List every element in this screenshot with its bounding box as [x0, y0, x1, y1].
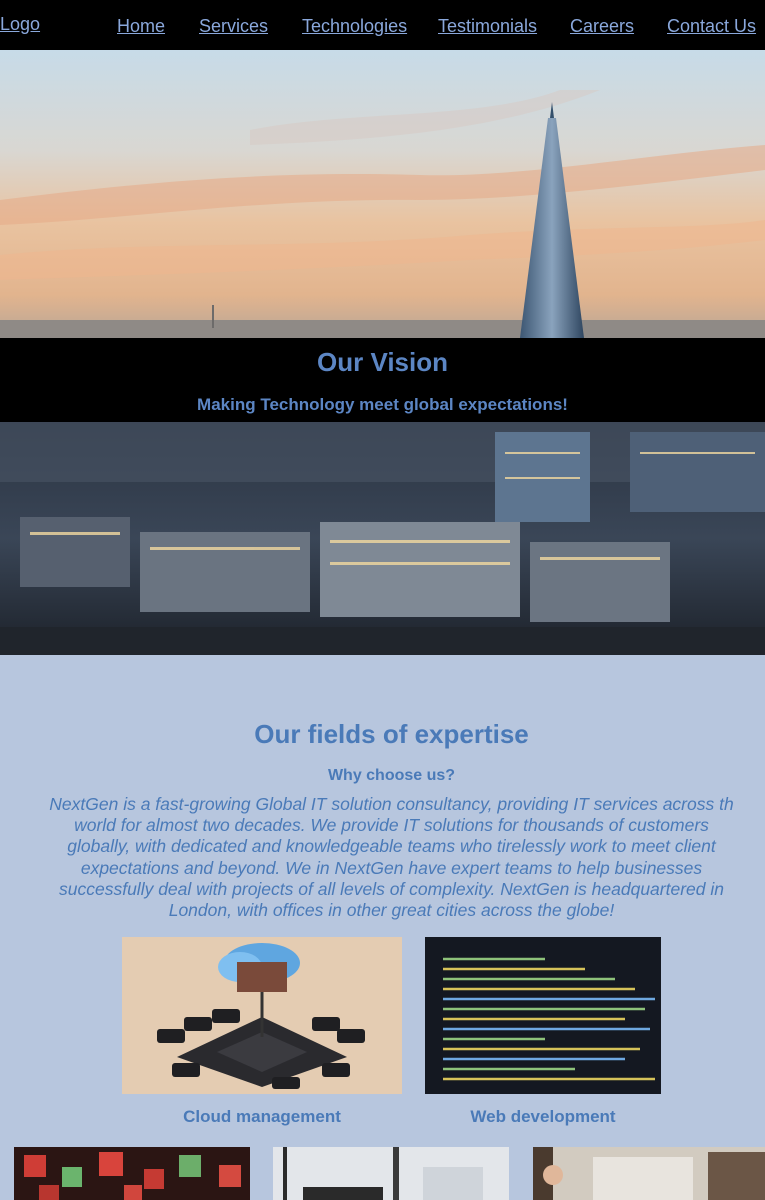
web-development-image	[425, 937, 661, 1094]
nav-link-careers[interactable]: Careers	[570, 16, 634, 36]
vision-subtitle: Making Technology meet global expectatio…	[197, 395, 568, 414]
hero-city-night-image	[0, 422, 765, 655]
cloud-management-label: Cloud management	[183, 1107, 341, 1126]
city-night-illustration	[0, 422, 765, 655]
nav-link-testimonials[interactable]: Testimonials	[438, 16, 537, 36]
nav-link-home[interactable]: Home	[117, 16, 165, 36]
cloud-management-image	[122, 937, 402, 1094]
office-window-illustration	[273, 1147, 509, 1200]
vision-banner: Our Vision Making Technology meet global…	[0, 338, 765, 422]
code-editor-illustration	[425, 937, 661, 1094]
security-image	[14, 1147, 250, 1200]
office-image	[273, 1147, 509, 1200]
web-development-label: Web development	[470, 1107, 616, 1126]
hero-skyline-sunset-image	[0, 50, 765, 338]
expertise-title: Our fields of expertise	[254, 719, 529, 749]
logo-link[interactable]: Logo	[0, 14, 40, 34]
nav-link-technologies[interactable]: Technologies	[302, 16, 407, 36]
expertise-subtitle: Why choose us?	[327, 767, 456, 784]
page: Logo Home Services Technologies Testimon…	[0, 0, 765, 1200]
expertise-description: NextGen is a fast-growing Global IT solu…	[49, 794, 734, 921]
cubes-illustration	[14, 1147, 250, 1200]
team-image	[533, 1147, 765, 1200]
nav-link-services[interactable]: Services	[199, 16, 268, 36]
vision-title: Our Vision	[317, 347, 448, 377]
skyscraper-sunset-illustration	[0, 50, 765, 338]
team-meeting-illustration	[533, 1147, 765, 1200]
cloud-server-illustration	[122, 937, 402, 1094]
top-navigation: Logo Home Services Technologies Testimon…	[0, 0, 765, 50]
nav-link-contact-us[interactable]: Contact Us	[667, 16, 756, 36]
